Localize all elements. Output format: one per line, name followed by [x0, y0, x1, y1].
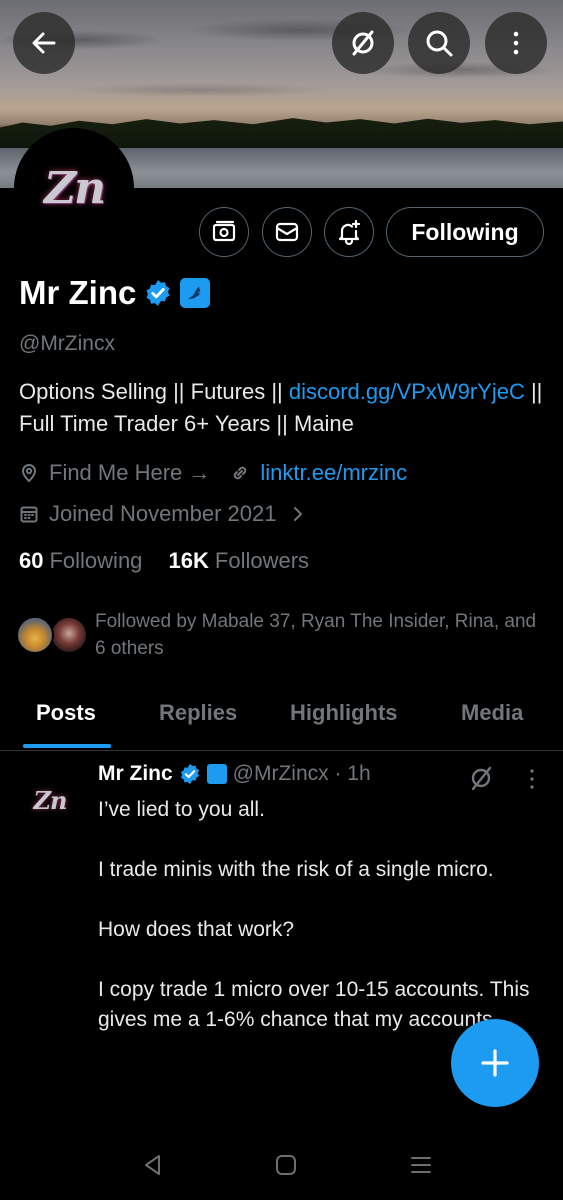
tab-posts[interactable]: Posts	[36, 700, 96, 726]
profile-avatar[interactable]: Zn	[14, 128, 134, 248]
tab-replies[interactable]: Replies	[159, 700, 237, 726]
profile-website-link[interactable]: linktr.ee/mrzinc	[260, 460, 407, 486]
profile-stats: 60 Following 16K Followers	[19, 548, 309, 574]
followed-by-text[interactable]: Followed by Mabale 37, Ryan The Insider,…	[95, 608, 545, 662]
tab-media[interactable]: Media	[461, 700, 523, 726]
nav-back-icon[interactable]	[140, 1152, 166, 1178]
following-count: 60	[19, 548, 44, 573]
post-avatar[interactable]: Zn	[24, 774, 76, 826]
compose-button[interactable]	[451, 1019, 539, 1107]
calendar-icon	[20, 506, 38, 523]
message-button[interactable]	[262, 207, 312, 257]
more-vertical-icon	[513, 31, 519, 55]
profile-bio: Options Selling || Futures || discord.gg…	[19, 376, 549, 440]
tabs-divider	[0, 750, 563, 751]
search-icon	[426, 30, 453, 57]
grok-icon	[352, 30, 374, 56]
tab-highlights[interactable]: Highlights	[290, 700, 398, 726]
nav-home-icon[interactable]	[273, 1152, 299, 1178]
nav-recents-icon[interactable]	[408, 1152, 434, 1178]
profile-handle: @MrZincx	[19, 332, 115, 355]
affiliate-badge-icon	[206, 764, 227, 784]
profile-name: Mr Zinc	[19, 274, 137, 311]
notify-button[interactable]	[324, 207, 374, 257]
grok-button[interactable]	[332, 12, 394, 74]
followers-count: 16K	[168, 548, 209, 573]
grok-icon[interactable]	[468, 765, 494, 791]
search-button[interactable]	[408, 12, 470, 74]
post-author-name[interactable]: Mr Zinc	[98, 762, 173, 786]
more-button[interactable]	[485, 12, 547, 74]
location-pin-icon	[22, 464, 36, 482]
following-stat[interactable]: 60 Following	[19, 548, 142, 573]
post-more-icon[interactable]	[527, 766, 537, 792]
following-button[interactable]: Following	[386, 207, 544, 257]
envelope-icon	[275, 222, 299, 242]
bird-icon	[188, 286, 201, 299]
follower-avatar-1	[16, 616, 54, 654]
affiliate-badge-icon[interactable]	[180, 278, 211, 308]
follower-avatar-2	[50, 616, 88, 654]
profile-meta-row: Find Me Here → linktr.ee/mrzinc	[19, 460, 407, 486]
following-label: Following	[49, 548, 143, 573]
system-nav-bar	[0, 1130, 563, 1200]
profile-joined-date: Joined November 2021	[49, 501, 277, 526]
avatar-logo: Zn	[43, 162, 106, 214]
profile-name-row: Mr Zinc	[19, 274, 211, 312]
bio-text-1: Options Selling || Futures ||	[19, 379, 289, 404]
post-header: Mr Zinc @MrZincx · 1h	[98, 762, 371, 786]
profile-joined-row[interactable]: Joined November 2021	[19, 501, 318, 527]
money-icon	[212, 220, 236, 242]
bell-plus-icon	[338, 219, 361, 245]
post-avatar-logo: Zn	[33, 785, 68, 815]
verified-badge-icon	[180, 763, 199, 785]
subscribe-button[interactable]	[199, 207, 249, 257]
followers-label: Followers	[214, 548, 310, 573]
arrow-left-icon	[32, 32, 56, 54]
active-tab-indicator	[23, 744, 111, 748]
link-icon	[234, 466, 247, 480]
profile-location: Find Me Here →	[49, 460, 211, 485]
plus-icon	[481, 1049, 509, 1077]
bio-discord-link[interactable]: discord.gg/​VPxW9rYjeC	[289, 379, 525, 404]
post-text: I’ve lied to you all. I trade minis with…	[98, 798, 530, 1031]
chevron-right-icon	[294, 507, 303, 521]
followers-stat[interactable]: 16K Followers	[169, 548, 310, 573]
post-handle-time: @MrZincx · 1h	[232, 762, 371, 785]
verified-badge-icon[interactable]	[144, 279, 172, 307]
back-button[interactable]	[13, 12, 75, 74]
